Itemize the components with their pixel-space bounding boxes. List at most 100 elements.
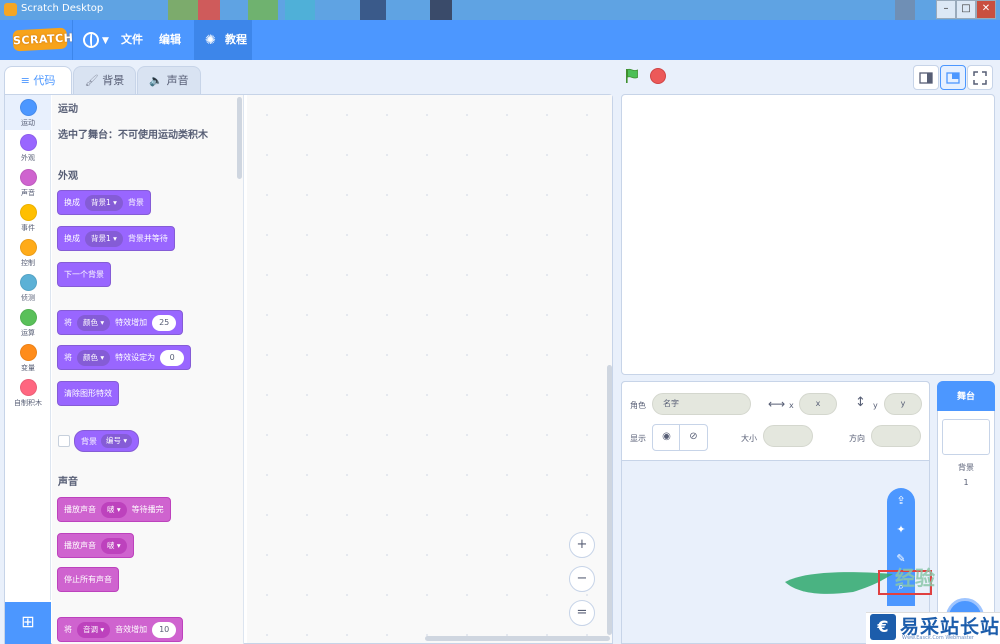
y-label: y xyxy=(873,401,878,410)
number-input[interactable]: 25 xyxy=(152,314,177,331)
tab-code[interactable]: ≡ 代码 xyxy=(4,66,72,94)
stop-icon[interactable] xyxy=(650,68,666,84)
tab-backdrops[interactable]: 🖌 背景 xyxy=(73,66,136,94)
zoom-reset-button[interactable]: = xyxy=(569,600,595,626)
stage-canvas[interactable] xyxy=(621,94,995,375)
upload-sprite-icon[interactable]: ⇪ xyxy=(887,494,915,507)
block-play-sound-until-done[interactable]: 播放声音 啵 ▾ 等待播完 xyxy=(57,497,171,522)
tutorials-label[interactable]: 教程 xyxy=(222,20,250,60)
show-sprite-toggle[interactable]: ◉ xyxy=(652,424,681,451)
block-switch-backdrop-wait[interactable]: 换成 背景1 ▾ 背景并等待 xyxy=(57,226,175,251)
taskbar-thumbnail[interactable] xyxy=(430,0,452,20)
block-text: 将 xyxy=(64,625,72,634)
scratch-logo[interactable]: SCRATCH xyxy=(12,27,74,52)
block-switch-backdrop[interactable]: 换成 背景1 ▾ 背景 xyxy=(57,190,151,215)
category-operators[interactable]: 运算 xyxy=(5,309,51,338)
sound-dropdown[interactable]: 啵 ▾ xyxy=(101,537,127,554)
category-variables[interactable]: 变量 xyxy=(5,344,51,373)
number-input[interactable]: 10 xyxy=(152,621,177,638)
block-next-backdrop[interactable]: 下一个背景 xyxy=(57,262,111,287)
taskbar-thumbnail[interactable] xyxy=(198,0,220,20)
block-change-effect[interactable]: 将 颜色 ▾ 特效增加 25 xyxy=(57,310,184,335)
stage-thumbnail[interactable] xyxy=(942,419,990,455)
x-arrows-icon: ⟷ xyxy=(768,397,786,411)
block-text: 下一个背景 xyxy=(64,270,104,279)
globe-icon[interactable] xyxy=(83,32,99,48)
normal-stage-button[interactable] xyxy=(940,65,966,90)
category-sensing[interactable]: 侦测 xyxy=(5,274,51,303)
category-label: 自制积木 xyxy=(14,399,42,407)
direction-field[interactable] xyxy=(871,425,921,447)
small-stage-button[interactable] xyxy=(913,65,939,90)
category-dot xyxy=(19,99,37,116)
taskbar-thumbnail[interactable] xyxy=(248,0,278,20)
workspace-vertical-scrollbar[interactable] xyxy=(607,365,612,635)
category-control[interactable]: 控制 xyxy=(5,239,51,268)
block-backdrop-number[interactable]: 背景 编号 ▾ xyxy=(74,430,140,452)
close-button[interactable]: ✕ xyxy=(976,0,996,19)
number-name-dropdown[interactable]: 编号 ▾ xyxy=(101,434,133,448)
category-my-blocks[interactable]: 自制积木 xyxy=(5,379,51,408)
fullscreen-button[interactable] xyxy=(967,65,993,90)
category-label: 运动 xyxy=(21,119,35,127)
script-workspace[interactable] xyxy=(247,95,612,643)
dropdown-value: 编号 xyxy=(106,436,121,445)
block-text: 将 xyxy=(64,353,72,362)
category-dot xyxy=(19,274,37,291)
block-clear-effects[interactable]: 清除图形特效 xyxy=(57,381,119,406)
taskbar-thumbnail[interactable] xyxy=(895,0,915,20)
add-extension-button[interactable]: ⊞ xyxy=(5,602,51,644)
speaker-icon: 🔈 xyxy=(149,74,164,87)
block-set-effect[interactable]: 将 颜色 ▾ 特效设定为 0 xyxy=(57,345,192,370)
block-text: 特效增加 xyxy=(115,318,148,327)
backdrop-dropdown[interactable]: 背景1 ▾ xyxy=(85,230,123,247)
hide-sprite-toggle[interactable]: ⊘ xyxy=(679,424,708,451)
dropdown-value: 背景1 xyxy=(91,197,111,207)
block-stop-all-sounds[interactable]: 停止所有声音 xyxy=(57,567,119,592)
block-change-pitch[interactable]: 将 音调 ▾ 音效增加 10 xyxy=(57,617,184,642)
effect-dropdown[interactable]: 颜色 ▾ xyxy=(77,314,111,331)
workspace-horizontal-scrollbar[interactable] xyxy=(425,636,610,641)
sound-dropdown[interactable]: 啵 ▾ xyxy=(101,501,127,518)
number-input[interactable]: 0 xyxy=(160,349,185,366)
maximize-button[interactable]: □ xyxy=(956,0,976,19)
category-sound[interactable]: 声音 xyxy=(5,169,51,198)
category-motion[interactable]: 运动 xyxy=(5,95,51,130)
surprise-sprite-icon[interactable]: ✦ xyxy=(887,523,915,536)
chevron-down-icon[interactable]: ▼ xyxy=(102,36,109,46)
taskbar-thumbnail[interactable] xyxy=(168,0,198,20)
block-text: 换成 xyxy=(64,198,80,207)
dropdown-value: 颜色 xyxy=(83,317,98,327)
x-field[interactable]: x xyxy=(799,393,837,415)
tab-backdrops-label: 背景 xyxy=(102,74,125,87)
zoom-out-button[interactable]: − xyxy=(569,566,595,592)
taskbar-thumbnail[interactable] xyxy=(360,0,386,20)
size-field[interactable] xyxy=(763,425,813,447)
window-title: Scratch Desktop xyxy=(21,3,104,14)
category-dot xyxy=(19,239,37,256)
sprite-label: 角色 xyxy=(630,401,646,410)
category-dot xyxy=(19,134,37,151)
sprite-name-field[interactable]: 名字 xyxy=(652,393,751,415)
small-stage-icon xyxy=(919,72,933,84)
backdrop-dropdown[interactable]: 背景1 ▾ xyxy=(85,194,123,211)
palette-scrollbar[interactable] xyxy=(237,97,242,179)
category-dot xyxy=(19,379,37,396)
category-label: 外观 xyxy=(21,154,35,162)
taskbar-thumbnail[interactable] xyxy=(285,0,315,20)
tab-sounds[interactable]: 🔈 声音 xyxy=(137,66,201,94)
category-events[interactable]: 事件 xyxy=(5,204,51,233)
zoom-reset-icon: = xyxy=(576,605,588,620)
zoom-in-button[interactable]: + xyxy=(569,532,595,558)
effect-dropdown[interactable]: 颜色 ▾ xyxy=(77,349,111,366)
y-field[interactable]: y xyxy=(884,393,922,415)
edit-menu[interactable]: 编辑 xyxy=(154,20,186,60)
menu-divider xyxy=(72,20,73,60)
sound-effect-dropdown[interactable]: 音调 ▾ xyxy=(77,621,111,638)
reporter-checkbox[interactable] xyxy=(58,435,70,447)
file-menu[interactable]: 文件 xyxy=(116,20,148,60)
green-flag-icon[interactable] xyxy=(624,68,640,84)
minimize-button[interactable]: – xyxy=(936,0,956,19)
category-looks[interactable]: 外观 xyxy=(5,134,51,163)
block-start-sound[interactable]: 播放声音 啵 ▾ xyxy=(57,533,134,558)
